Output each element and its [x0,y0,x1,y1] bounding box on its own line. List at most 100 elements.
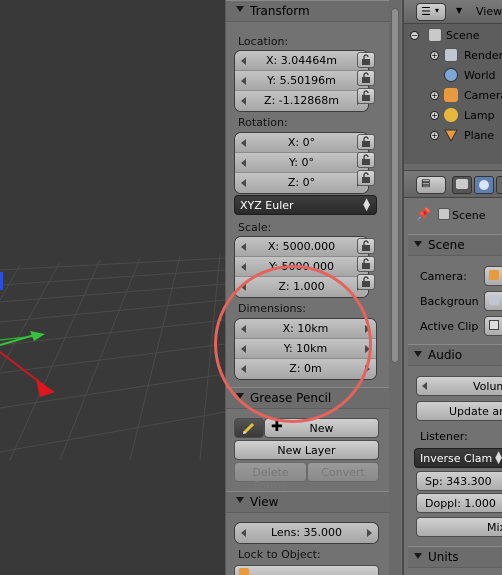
location-label: Location: [238,35,289,48]
expand-icon[interactable]: + [430,51,439,60]
rotation-y-field[interactable]: Y: 0° [235,153,368,173]
collapse-triangle-icon [236,497,244,503]
background-label: Backgroun [420,295,479,308]
properties-editor: 📌 Scene Scene Camera: Backgroun Active C… [404,198,502,575]
pin-icon[interactable]: 📌 [416,207,431,221]
lock-icon[interactable] [357,170,375,186]
outliner-item-camera[interactable]: + Camera [404,86,502,106]
lock-icon[interactable] [357,88,375,104]
transform-panel-header[interactable]: Transform [226,0,391,22]
grease-pencil-draw-button[interactable] [234,418,264,438]
outliner-item-lamp[interactable]: + Lamp [404,106,502,126]
lock-icon[interactable] [357,70,375,86]
rotation-mode-dropdown[interactable]: XYZ Euler ▲ ▼ [234,195,377,215]
outliner[interactable]: − Scene + Render World + Camera + L [404,24,502,164]
update-animation-button[interactable]: Update ani [416,401,502,421]
collapse-icon[interactable]: − [410,31,419,40]
expand-icon[interactable]: + [430,131,439,140]
location-x-field[interactable]: X: 3.04464m [235,51,368,71]
units-panel-header[interactable]: Units [408,546,502,568]
mixdown-button[interactable]: Mix [416,517,502,537]
new-layer-button[interactable]: New Layer [234,440,379,460]
scene-icon [479,180,489,190]
location-y-field[interactable]: Y: 5.50196m [235,71,368,91]
right-editors: ☰ ▾ ▼ View − Scene + Render World + Came… [402,0,502,575]
3d-viewport[interactable] [0,0,225,575]
view-title: View [250,495,279,509]
lens-field[interactable]: Lens: 35.000 [235,523,378,543]
speed-of-sound-field[interactable]: Sp: 343.300 [416,471,502,491]
scale-x-field[interactable]: X: 5000.000 [235,237,368,257]
blender-window: Transform Location: X: 3.04464m Y: 5.501… [0,0,502,575]
context-breadcrumb: Scene [452,209,486,222]
scale-label: Scale: [238,221,272,234]
active-clip-label: Active Clip [420,320,479,333]
delete-frame-button[interactable]: Delete Frame [234,462,307,492]
convert-button[interactable]: Convert [307,462,379,482]
location-fields: X: 3.04464m Y: 5.50196m Z: -1.12868m [234,50,369,112]
outliner-item-scene[interactable]: − Scene [404,26,502,46]
outliner-item-world[interactable]: World [404,66,502,86]
editor-type-button[interactable]: ☰ ▾ [416,3,446,21]
location-locks [357,50,377,106]
scene-panel-header[interactable]: Scene [408,234,502,256]
transform-title: Transform [250,4,310,18]
rotation-fields: X: 0° Y: 0° Z: 0° [234,132,369,194]
expand-icon[interactable]: + [430,111,439,120]
scene-tab[interactable] [474,176,494,194]
rotation-label: Rotation: [238,116,288,129]
camera-field[interactable] [484,266,502,286]
updown-arrows-icon: ▲ ▼ [495,450,502,466]
rotation-x-field[interactable]: X: 0° [235,133,368,153]
outliner-item-render[interactable]: + Render [404,46,502,66]
lock-icon[interactable] [357,152,375,168]
listener-label: Listener: [420,430,468,443]
world-icon [444,68,458,82]
lamp-icon [444,108,458,122]
camera-label: Camera: [420,270,467,283]
lock-icon[interactable] [357,274,375,290]
editor-type-button[interactable]: ▤ [416,176,446,194]
render-layers-icon [444,48,458,62]
rotation-z-field[interactable]: Z: 0° [235,173,368,193]
lens-field-wrap: Lens: 35.000 [234,522,379,544]
camera-icon [444,88,458,102]
audio-panel-header[interactable]: Audio [408,344,502,366]
scene-icon [438,208,450,220]
updown-arrows-icon: ▲ ▼ [363,197,370,213]
properties-icon: ▤ [421,178,431,189]
camera-icon [489,270,499,280]
background-field[interactable] [484,291,502,311]
doppler-field[interactable]: Doppl: 1.000 [416,493,502,513]
shelf-scrollbar-thumb[interactable] [391,8,399,363]
clip-icon [489,320,499,330]
camera-icon [456,179,468,189]
active-clip-field[interactable] [484,316,502,336]
chevron-down-icon: ▾ [435,6,440,15]
distance-model-dropdown[interactable]: Inverse Clam ▲ ▼ [414,448,502,468]
properties-header: ▤ [404,170,502,198]
outliner-header: ☰ ▾ ▼ View [404,0,502,24]
lock-icon[interactable] [357,256,375,272]
view-panel-header[interactable]: View [226,491,391,513]
view-menu[interactable]: View [476,5,502,18]
mesh-icon [444,129,458,142]
object-cube-icon [239,568,249,575]
rotation-locks [357,132,377,188]
lock-icon[interactable] [357,238,375,254]
viewport-grid [0,253,225,461]
world-tab[interactable] [496,176,502,194]
expand-icon[interactable]: + [430,91,439,100]
pencil-icon [242,422,255,435]
lock-icon[interactable] [357,52,375,68]
scene-icon [428,28,442,42]
render-tab[interactable] [452,176,472,194]
outliner-list-icon: ☰ [421,5,431,18]
location-z-field[interactable]: Z: -1.12868m [235,91,368,111]
highlight-circle-annotation [214,265,372,423]
lock-object-field[interactable] [234,565,379,575]
collapse-menu-icon[interactable]: ▼ [456,6,462,15]
volume-field[interactable]: Volum [416,376,502,396]
outliner-item-plane[interactable]: + Plane [404,126,502,146]
lock-icon[interactable] [357,134,375,150]
